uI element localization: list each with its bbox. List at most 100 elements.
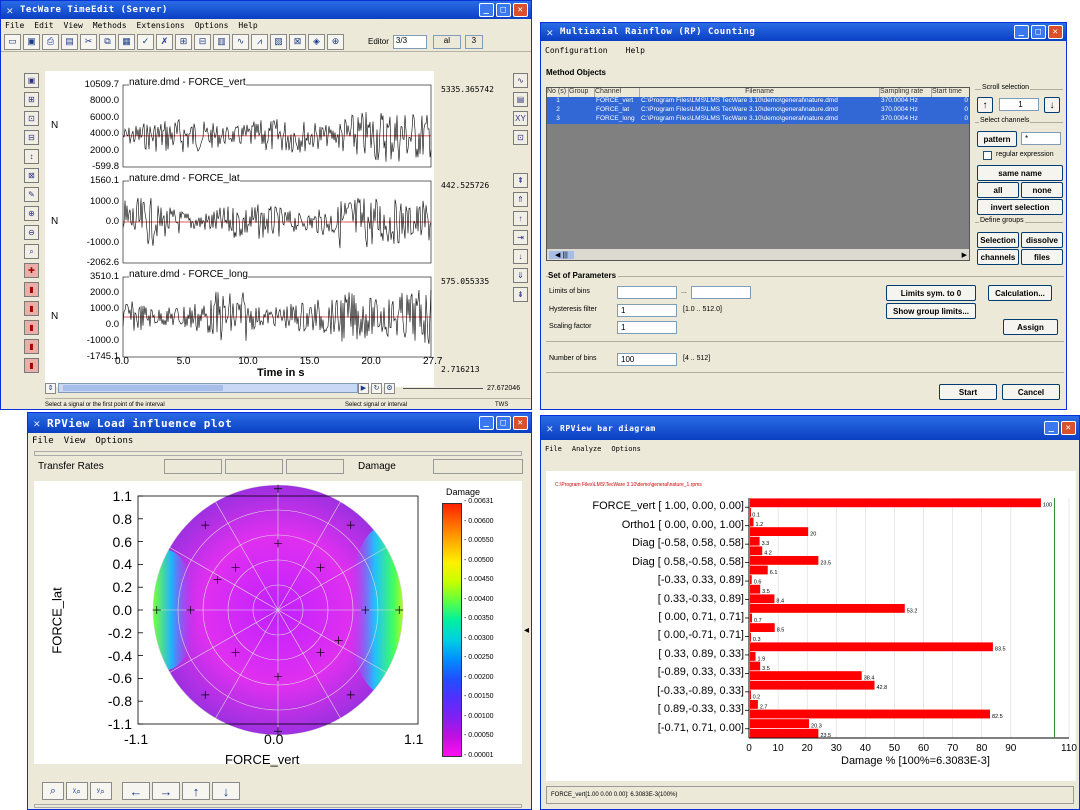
- arrow-down-icon[interactable]: ↓: [212, 782, 240, 800]
- damage-bar[interactable]: [750, 536, 760, 546]
- zoom-x-icon[interactable]: ᵡ⌕: [66, 782, 88, 800]
- dissolve-button[interactable]: dissolve: [1021, 232, 1063, 248]
- damage-bar[interactable]: [750, 498, 1041, 508]
- zoom-y-icon[interactable]: ʸ⌕: [90, 782, 112, 800]
- channel-table[interactable]: No (s) Group Channel Filename Sampling r…: [546, 87, 970, 261]
- damage-bar[interactable]: [750, 680, 875, 690]
- damage-bar[interactable]: [750, 623, 775, 633]
- bar-value-label: 0.3: [753, 637, 761, 643]
- arrow-up-icon[interactable]: ↑: [182, 782, 210, 800]
- invert-selection-button[interactable]: invert selection: [977, 199, 1063, 215]
- channel-2-signal[interactable]: [122, 197, 432, 249]
- damage-bar[interactable]: [750, 546, 763, 556]
- pattern-field[interactable]: *: [1021, 132, 1061, 145]
- xy-icon[interactable]: XY: [513, 111, 528, 126]
- next-icon[interactable]: ⇥: [513, 230, 528, 245]
- scroll-up-button[interactable]: ↑: [977, 97, 993, 113]
- damage-bar[interactable]: [750, 671, 862, 681]
- scroll-right-icon[interactable]: ▶: [358, 382, 369, 394]
- bar-category-label: [ 0.00, 0.71, 0.71]: [658, 611, 744, 623]
- damage-bar[interactable]: [750, 661, 761, 671]
- limits-sym-button[interactable]: Limits sym. to 0: [886, 285, 976, 301]
- table-row[interactable]: 2 FORCE_lat C:\Program Files\LMS\LMS TecWa…: [547, 106, 969, 115]
- arrow-left-icon[interactable]: ←: [122, 782, 150, 800]
- damage-bar[interactable]: [750, 719, 810, 729]
- right-tool-1-icon[interactable]: ∿: [513, 73, 528, 88]
- limits-min-field[interactable]: [617, 286, 677, 299]
- damage-bar[interactable]: [750, 709, 990, 719]
- hysteresis-field[interactable]: 1: [617, 304, 677, 317]
- scroll-selection-field[interactable]: 1: [999, 98, 1039, 111]
- damage-bar[interactable]: [750, 594, 775, 604]
- right-tool-4-icon[interactable]: ⊡: [513, 130, 528, 145]
- none-button[interactable]: none: [1021, 182, 1063, 198]
- damage-bar[interactable]: [750, 603, 905, 613]
- damage-bar[interactable]: [750, 507, 751, 517]
- channel-1-signal[interactable]: [122, 111, 432, 162]
- cancel-button[interactable]: Cancel: [1002, 384, 1060, 400]
- col-filename[interactable]: Filename: [640, 88, 880, 97]
- damage-bar[interactable]: [750, 584, 761, 594]
- up-fast-icon[interactable]: ⇑: [513, 192, 528, 207]
- table-hscroll[interactable]: ◀ ||| ▶: [547, 249, 969, 260]
- channel-1-tick: -599.8: [92, 161, 119, 172]
- col-rate[interactable]: Sampling rate: [880, 88, 932, 97]
- damage-bar[interactable]: [750, 613, 753, 623]
- calculation-button[interactable]: Calculation...: [988, 285, 1052, 301]
- right-tool-2-icon[interactable]: ▤: [513, 92, 528, 107]
- zoom-in-icon[interactable]: ⌕: [42, 782, 64, 800]
- damage-bar[interactable]: [750, 555, 819, 565]
- rainflow-titlebar[interactable]: ✕ Multiaxial Rainflow (RP) Counting _ □ …: [541, 23, 1066, 41]
- settings-small-icon[interactable]: ⚙: [384, 382, 395, 394]
- damage-bar[interactable]: [750, 527, 809, 537]
- down-icon[interactable]: ↓: [513, 249, 528, 264]
- channel-2-value: 442.525726: [441, 181, 490, 190]
- num-bins-field[interactable]: 100: [617, 353, 677, 366]
- minimize-button[interactable]: _: [1014, 25, 1029, 39]
- scroll-down-button[interactable]: ↓: [1044, 97, 1060, 113]
- refresh-icon[interactable]: ↻: [371, 382, 382, 394]
- start-button[interactable]: Start: [939, 384, 997, 400]
- damage-bar[interactable]: [750, 517, 754, 527]
- table-row[interactable]: 1 FORCE_vert C:\Program Files\LMS\LMS TecW…: [547, 97, 969, 106]
- damage-bar[interactable]: [750, 728, 819, 738]
- damage-bar[interactable]: [750, 651, 756, 661]
- col-no[interactable]: No (s): [547, 88, 569, 97]
- first-icon[interactable]: ⇞: [513, 173, 528, 188]
- channels-button[interactable]: channels: [977, 249, 1019, 265]
- collapse-handle[interactable]: ◂: [524, 625, 529, 636]
- scroll-mode-icon[interactable]: ⇕: [45, 382, 56, 394]
- limits-max-field[interactable]: [691, 286, 751, 299]
- all-button[interactable]: all: [977, 182, 1019, 198]
- same-name-button[interactable]: same name: [977, 165, 1063, 181]
- cell-no: 1: [556, 97, 560, 104]
- close-button[interactable]: ✕: [1048, 25, 1063, 39]
- show-group-limits-button[interactable]: Show group limits...: [886, 303, 976, 319]
- files-button[interactable]: files: [1021, 249, 1063, 265]
- menu-help[interactable]: Help: [626, 46, 645, 55]
- up-icon[interactable]: ↑: [513, 211, 528, 226]
- damage-bar[interactable]: [750, 690, 751, 700]
- damage-bar[interactable]: [750, 565, 768, 575]
- col-channel[interactable]: Channel: [595, 88, 640, 97]
- table-row[interactable]: 3 FORCE_long C:\Program Files\LMS\LMS TecW…: [547, 115, 969, 124]
- selection-button[interactable]: Selection: [977, 232, 1019, 248]
- time-scrollbar[interactable]: [58, 383, 358, 393]
- pattern-button[interactable]: pattern: [977, 131, 1017, 147]
- arrow-right-icon[interactable]: →: [152, 782, 180, 800]
- assign-button[interactable]: Assign: [1003, 319, 1058, 335]
- menu-configuration[interactable]: Configuration: [545, 46, 608, 55]
- maximize-button[interactable]: □: [1031, 25, 1046, 39]
- damage-bar[interactable]: [750, 632, 751, 642]
- regex-checkbox[interactable]: [983, 151, 992, 160]
- time-slider[interactable]: [403, 387, 483, 389]
- last-icon[interactable]: ⇟: [513, 287, 528, 302]
- channel-3-value: 575.055335: [441, 277, 490, 286]
- damage-bar[interactable]: [750, 575, 752, 585]
- col-group[interactable]: Group: [569, 88, 595, 97]
- down-fast-icon[interactable]: ⇓: [513, 268, 528, 283]
- scaling-field[interactable]: 1: [617, 321, 677, 334]
- damage-bar[interactable]: [750, 642, 993, 652]
- col-start[interactable]: Start time: [932, 88, 969, 97]
- damage-bar[interactable]: [750, 699, 758, 709]
